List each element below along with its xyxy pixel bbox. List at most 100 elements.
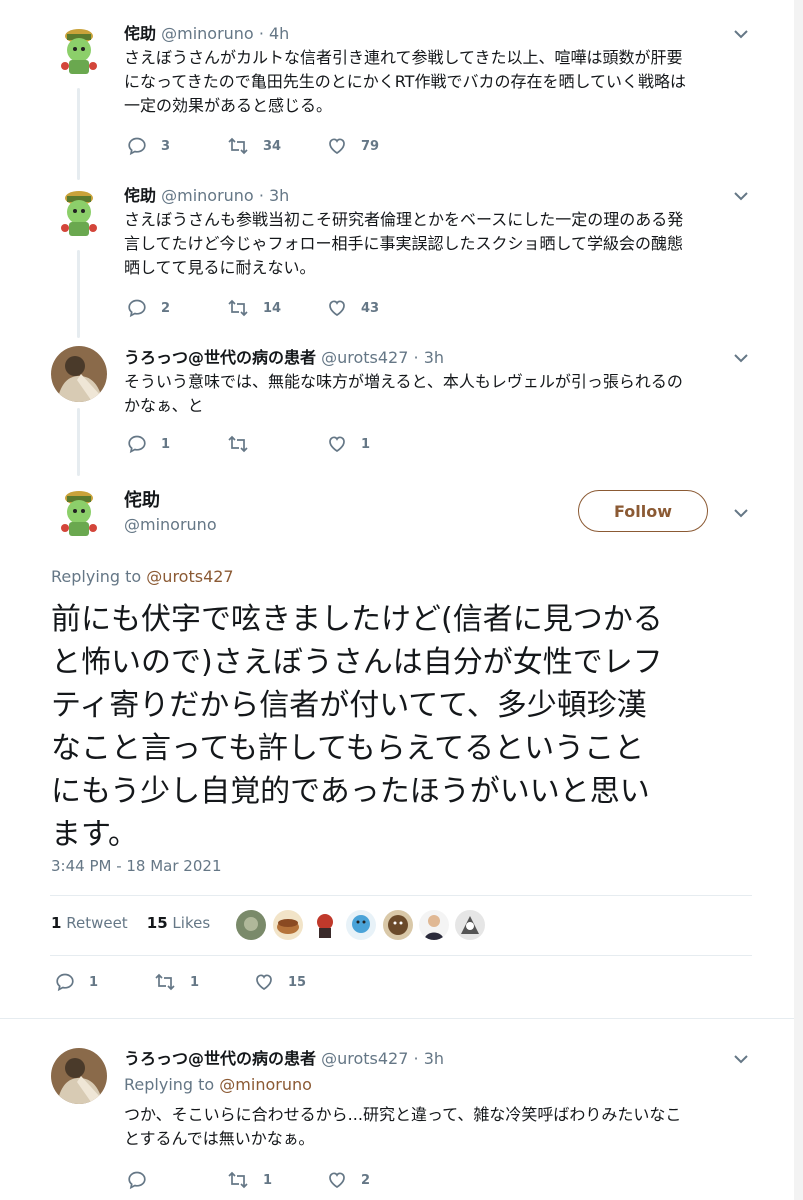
like-icon [329,300,345,316]
retweet-button[interactable]: 1 [227,1170,272,1190]
divider [50,955,752,956]
like-count: 79 [361,138,380,154]
follow-button[interactable]: Follow [578,490,708,532]
tweet-header: 侘助 @minoruno · 3h [124,182,289,206]
user-name[interactable]: 侘助 [124,186,156,205]
main-tweet-line: なこと言っても許してもらえてるということ [51,731,645,766]
user-handle[interactable]: @minoruno [161,24,254,43]
reply-button[interactable] [127,1170,161,1190]
chevron-down-icon[interactable] [733,188,749,204]
tweet-time[interactable]: · 3h [414,348,445,367]
tweet-text: さえぼうさんも参戦当初こそ研究者倫理とかをベースにした一定の理のある発 言してた… [124,208,764,280]
reply-count: 3 [161,138,171,154]
main-tweet-line: ます。 [51,817,138,852]
liker-avatar[interactable] [346,910,376,940]
avatar[interactable] [51,1048,107,1104]
replying-to: Replying to @urots427 [51,567,234,586]
main-tweet-text: 前にも伏字で呟きましたけど(信者に見つかる と怖いので)さえぼうさんは自分が女性… [51,598,761,856]
chevron-down-icon[interactable] [733,505,749,521]
tweet-header: 侘助 @minoruno · 4h [124,20,289,44]
like-button[interactable]: 43 [327,298,379,318]
user-name[interactable]: 侘助 [124,24,156,43]
retweet-stat-count: 1 [51,914,62,932]
main-timestamp[interactable]: 3:44 PM - 18 Mar 2021 [51,857,222,875]
like-button[interactable]: 15 [254,972,306,992]
retweet-stat[interactable]: 1 Retweet [51,914,128,932]
likes-stat[interactable]: 15 Likes [147,914,210,932]
reply-button[interactable]: 1 [55,972,98,992]
avatar[interactable] [51,22,107,78]
tweet-text-line: そういう意味では、無能な味方が増えると、本人もレヴェルが引っ張られるの [124,372,683,391]
tweet-text-line: つか、そこいらに合わせるから...研究と違って、雑な冷笑呼ばわりみたいなこ [124,1105,682,1124]
like-button[interactable]: 2 [327,1170,370,1190]
avatar[interactable] [51,184,107,240]
user-handle[interactable]: @urots427 [321,1049,408,1068]
tweet-text: さえぼうさんがカルトな信者引き連れて参戦してきた以上、喧嘩は頭数が肝要 になって… [124,46,764,118]
like-button[interactable]: 79 [327,136,379,156]
retweet-button[interactable]: 14 [227,298,281,318]
replying-to-link[interactable]: @minoruno [219,1075,312,1094]
main-tweet-line: 前にも伏字で呟きましたけど(信者に見つかる [51,602,663,637]
retweet-icon [228,299,248,317]
like-icon [329,436,345,452]
like-count: 15 [288,974,307,990]
tweet-text-line: かなぁ、と [124,396,204,415]
tweet-time[interactable]: · 3h [414,1049,445,1068]
tweet-text-line: さえぼうさんがカルトな信者引き連れて参戦してきた以上、喧嘩は頭数が肝要 [124,48,683,67]
liker-avatar[interactable] [310,910,340,940]
reply-button[interactable]: 3 [127,136,170,156]
likes-stat-label: Likes [172,914,211,932]
main-tweet-line: にもう少し自覚的であったほうがいいと思い [51,774,650,809]
liker-avatar[interactable] [273,910,303,940]
tweet-header: うろっつ@世代の病の患者 @urots427 · 3h [124,1045,444,1069]
thread-line [77,408,80,476]
reply-icon [128,1171,146,1190]
tweet-text: つか、そこいらに合わせるから...研究と違って、雑な冷笑呼ばわりみたいなこ とす… [124,1103,764,1151]
reply-button[interactable]: 2 [127,298,170,318]
reply-button[interactable]: 1 [127,434,170,454]
chevron-down-icon[interactable] [733,350,749,366]
reply-count: 1 [161,436,171,452]
retweet-icon [228,1171,248,1189]
retweet-count: 34 [263,138,282,154]
chevron-down-icon[interactable] [733,1051,749,1067]
retweet-icon [228,435,248,453]
avatar[interactable] [51,484,107,540]
likes-stat-count: 15 [146,914,168,932]
retweet-count: 1 [190,974,200,990]
like-button[interactable]: 1 [327,434,370,454]
reply-count: 1 [89,974,99,990]
like-icon [329,138,345,154]
chevron-down-icon[interactable] [733,26,749,42]
thread-line [77,250,80,338]
replying-to-link[interactable]: @urots427 [146,567,233,586]
main-user-name[interactable]: 侘助 [124,486,160,512]
main-user-handle[interactable]: @minoruno [124,515,217,534]
tweet-text-line: 一定の効果があると感じる。 [124,96,333,115]
tweet-thread-page: 侘助 @minoruno · 4h さえぼうさんがカルトな信者引き連れて参戦して… [0,0,803,1200]
liker-avatar[interactable] [383,910,413,940]
main-tweet-line: ティ寄りだから信者が付いてて、多少頓珍漢 [51,688,647,723]
tweet-time[interactable]: · 3h [259,186,290,205]
retweet-button[interactable]: 1 [154,972,199,992]
user-name[interactable]: うろっつ@世代の病の患者 [124,348,316,367]
divider [0,1018,794,1019]
user-handle[interactable]: @minoruno [161,186,254,205]
divider [50,895,752,896]
avatar[interactable] [51,346,107,402]
tweet-text-line: 言してたけど今じゃフォロー相手に事実誤認したスクショ晒して学級会の醜態 [124,234,684,253]
tweet-time[interactable]: · 4h [259,24,290,43]
liker-avatar[interactable] [236,910,266,940]
retweet-count: 14 [263,300,282,316]
thread-line [77,88,80,180]
liker-avatar[interactable] [419,910,449,940]
tweet-header: うろっつ@世代の病の患者 @urots427 · 3h [124,344,444,368]
scrollbar-track[interactable] [794,0,803,1200]
liker-avatar[interactable] [455,910,485,940]
user-handle[interactable]: @urots427 [321,348,408,367]
retweet-button[interactable] [227,434,263,454]
user-name[interactable]: うろっつ@世代の病の患者 [124,1049,316,1068]
reply-icon [128,137,146,156]
tweet-text-line: 晒してて見るに耐えない。 [124,258,316,277]
retweet-button[interactable]: 34 [227,136,281,156]
